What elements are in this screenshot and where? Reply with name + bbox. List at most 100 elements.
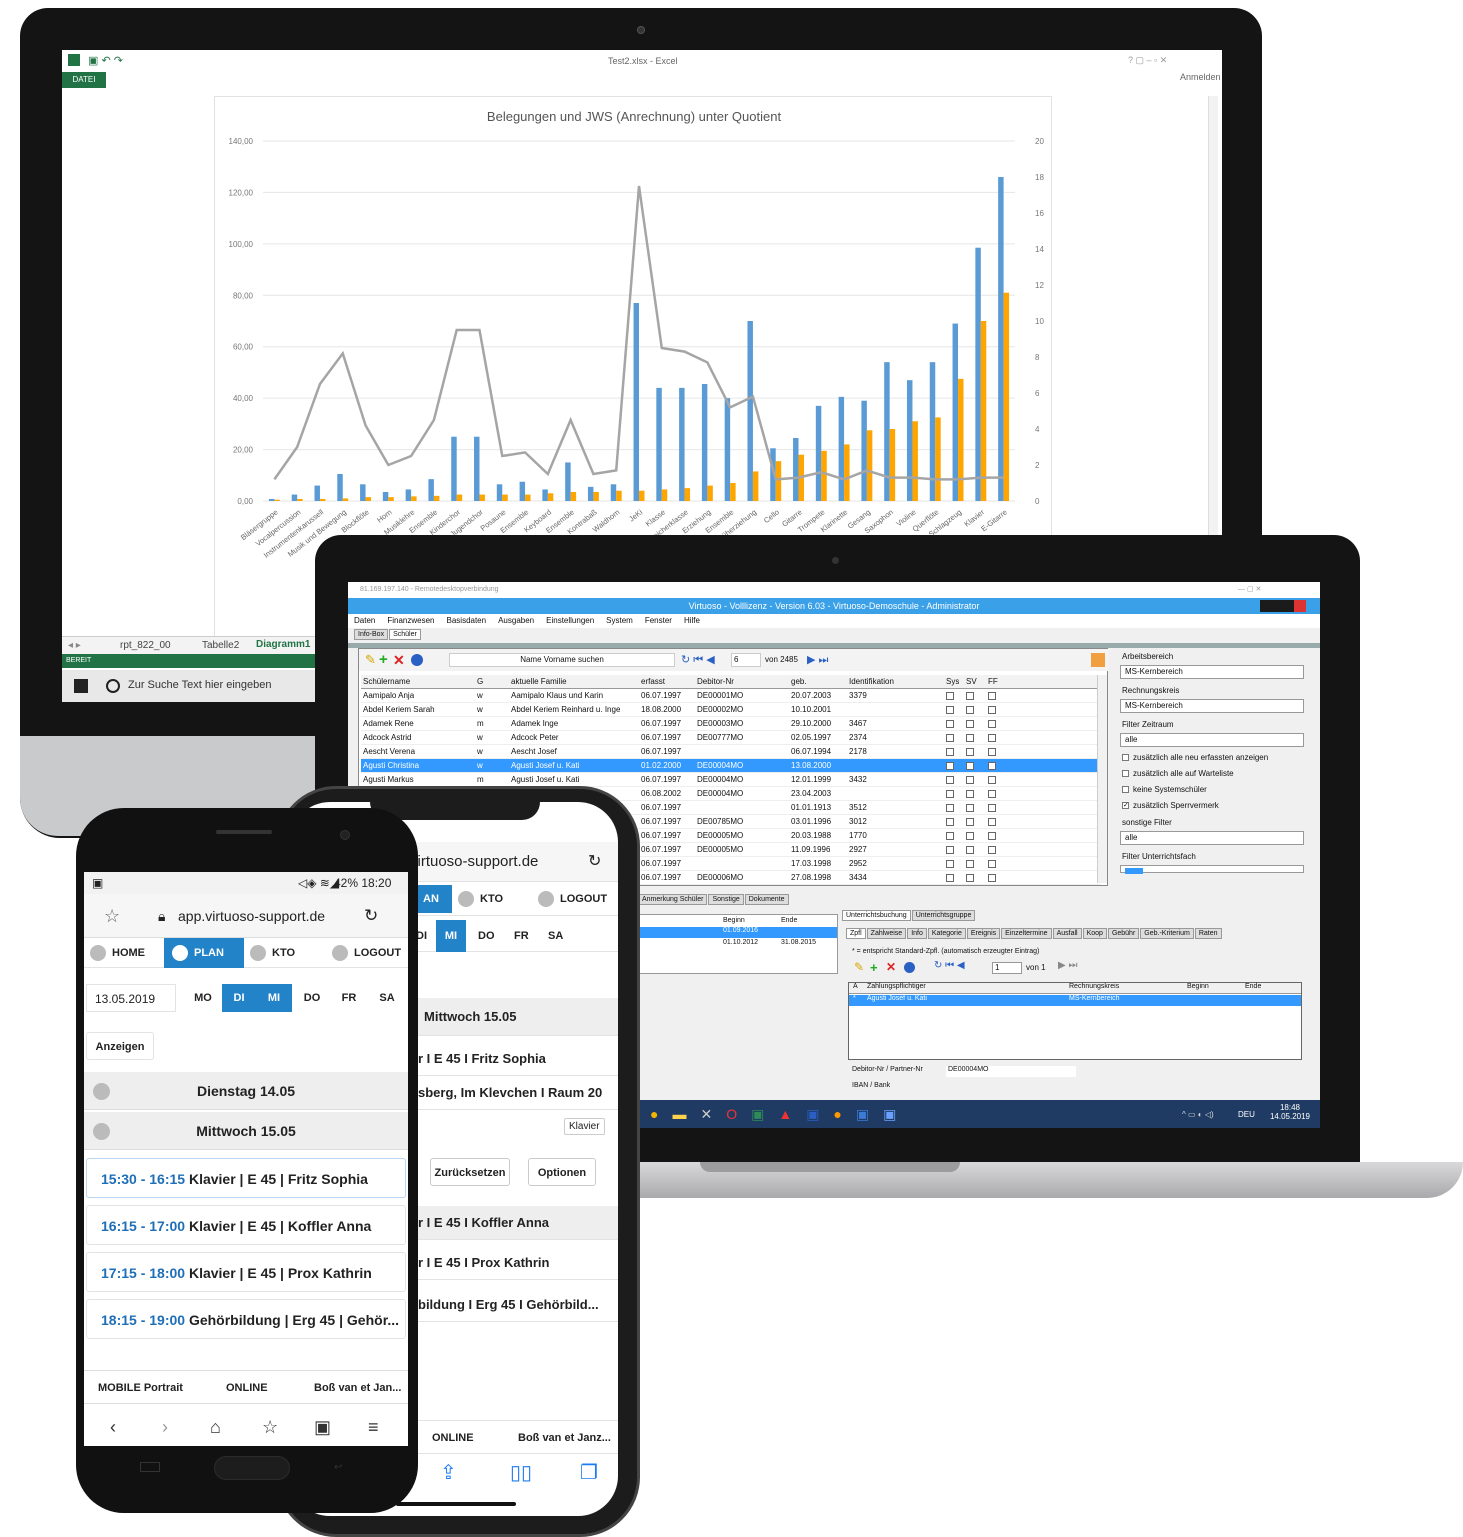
menu-einstellungen[interactable]: Einstellungen xyxy=(546,616,594,625)
edit-icon[interactable]: ✎ xyxy=(365,649,376,671)
back-button-icon[interactable]: ↩ xyxy=(334,1462,354,1473)
day-header[interactable]: Dienstag 14.05 xyxy=(84,1072,408,1110)
checkbox-icon[interactable] xyxy=(988,818,996,826)
checkbox-icon[interactable] xyxy=(966,720,974,728)
checkbox-icon[interactable] xyxy=(946,720,954,728)
checkbox-icon[interactable] xyxy=(988,720,996,728)
checkbox-icon[interactable] xyxy=(988,748,996,756)
day-mi[interactable]: MI xyxy=(436,920,466,952)
refresh-icon[interactable]: ↻ ⏮ ◀ xyxy=(934,960,965,971)
checkbox-icon[interactable] xyxy=(966,818,974,826)
tab-unterrichtsgruppe[interactable]: Unterrichtsgruppe xyxy=(911,910,976,921)
fach-select[interactable] xyxy=(1120,865,1304,874)
home-indicator[interactable] xyxy=(396,1502,516,1506)
menu-fenster[interactable]: Fenster xyxy=(645,616,672,625)
checkbox-icon[interactable] xyxy=(966,846,974,854)
checkbox-icon[interactable] xyxy=(988,860,996,868)
rechnungskreis-select[interactable]: MS-Kernbereich xyxy=(1120,699,1304,713)
checkbox-icon[interactable] xyxy=(988,692,996,700)
table-row[interactable]: Agusti Markus m Agusti Josef u. Kati 06.07.… xyxy=(361,773,1101,787)
nav-kto[interactable]: KTO xyxy=(458,882,503,916)
checkbox-icon[interactable] xyxy=(946,790,954,798)
appointment-slot[interactable]: 16:15 - 17:00 Klavier | E 45 | Koffler A… xyxy=(86,1205,406,1245)
arbeitsbereich-select[interactable]: MS-Kernbereich xyxy=(1120,665,1304,679)
options-button[interactable]: Optionen xyxy=(528,1158,596,1186)
star-icon[interactable]: ☆ xyxy=(104,894,120,938)
checkbox-icon[interactable] xyxy=(946,832,954,840)
checkbox-icon[interactable] xyxy=(988,734,996,742)
tab-kategorie[interactable]: Kategorie xyxy=(927,928,966,939)
share-icon[interactable]: ⇪ xyxy=(440,1460,457,1485)
tab-sonstige[interactable]: Sonstige xyxy=(708,894,744,905)
day-fr[interactable]: FR xyxy=(332,984,366,1012)
checkbox-icon[interactable] xyxy=(966,804,974,812)
sonstige-select[interactable]: alle xyxy=(1120,831,1304,845)
name-search-input[interactable]: Name Vorname suchen xyxy=(449,653,675,667)
checkbox-icon[interactable] xyxy=(988,706,996,714)
checkbox-icon[interactable] xyxy=(946,874,954,882)
delete-icon[interactable]: ✕ xyxy=(886,960,896,974)
table-row[interactable]: Aescht Verena w Aescht Josef 06.07.1997 06.0… xyxy=(361,745,1101,759)
col-header[interactable]: Schülername xyxy=(363,675,410,689)
refresh-first-prev-icon[interactable]: ↻ ⏮ ◀ xyxy=(681,649,715,671)
appointment-slot[interactable]: 17:15 - 18:00 Klavier | E 45 | Prox Kath… xyxy=(86,1252,406,1292)
checkbox-icon[interactable] xyxy=(966,860,974,868)
checkbox-icon[interactable] xyxy=(988,874,996,882)
checkbox-icon[interactable] xyxy=(1122,786,1129,794)
tab-dokumente[interactable]: Dokumente xyxy=(744,894,789,905)
sheet-tab[interactable]: rpt_822_00 xyxy=(120,640,171,651)
save-icon[interactable]: ▣ ↶ ↷ xyxy=(88,54,123,67)
col-header[interactable]: G xyxy=(477,675,483,689)
zpfl-row-selected[interactable]: * Agusti Josef u. Kati MS-Kernbereich xyxy=(849,995,1301,1006)
table-row[interactable]: Agusti Christina w Agusti Josef u. Kati 01.… xyxy=(361,759,1101,773)
checkbox-icon[interactable] xyxy=(966,776,974,784)
checkbox-icon[interactable] xyxy=(946,818,954,826)
checkbox-icon[interactable] xyxy=(946,804,954,812)
checkbox-icon[interactable] xyxy=(988,790,996,798)
checkbox-checked-icon[interactable]: ✓ xyxy=(1122,802,1129,810)
table-row[interactable]: Abdel Keriem Sarah w Abdel Keriem Reinhard… xyxy=(361,703,1101,717)
checkbox-icon[interactable] xyxy=(988,762,996,770)
table-row[interactable]: Aamipalo Anja w Aamipalo Klaus und Karin 06… xyxy=(361,689,1101,703)
file-tab[interactable]: DATEI xyxy=(62,72,106,88)
language-indicator[interactable]: DEU xyxy=(1238,1110,1255,1119)
day-do[interactable]: DO xyxy=(478,920,495,952)
col-header[interactable]: aktuelle Familie xyxy=(511,675,567,689)
clock[interactable]: 18:48 14.05.2019 xyxy=(1268,1103,1312,1121)
export-icon[interactable] xyxy=(1091,653,1105,667)
nav-logout[interactable]: LOGOUT xyxy=(538,882,607,916)
taskbar-apps-icon[interactable]: ●▬✕O▣▲▣●▣▣ xyxy=(650,1106,910,1123)
course-row[interactable]: 01.10.2012 31.08.2015 xyxy=(639,939,837,950)
col-header[interactable]: Identifikation xyxy=(849,675,894,689)
nav-home[interactable]: HOME xyxy=(90,938,145,968)
debitor-field[interactable]: DE00004MO xyxy=(946,1066,1076,1077)
reload-icon[interactable]: ↻ xyxy=(588,842,601,882)
menu-icon[interactable]: ≡ xyxy=(368,1408,379,1446)
taskbar-search[interactable]: Zur Suche Text hier eingeben xyxy=(128,679,272,691)
menu-hilfe[interactable]: Hilfe xyxy=(684,616,700,625)
signin-link[interactable]: Anmelden xyxy=(1180,72,1221,82)
nav-plan[interactable]: PLAN xyxy=(164,938,244,968)
table-row[interactable]: Adamek Rene m Adamek Inge 06.07.1997 DE00003… xyxy=(361,717,1101,731)
checkbox-icon[interactable] xyxy=(946,776,954,784)
appointment-slot[interactable]: 18:15 - 19:00 Gehörbildung | Erg 45 | Ge… xyxy=(86,1299,406,1339)
col-header[interactable]: FF xyxy=(988,675,998,689)
checkbox-icon[interactable] xyxy=(966,832,974,840)
close-icon[interactable] xyxy=(1294,600,1306,612)
tab-anmerkung[interactable]: Anmerkung Schüler xyxy=(638,894,708,905)
next-last-icon[interactable]: ▶ ⏭ xyxy=(807,649,828,671)
tab-info[interactable]: Info xyxy=(907,928,927,939)
checkbox-new[interactable]: zusätzlich alle neu erfassten anzeigen xyxy=(1116,750,1306,766)
tabs-icon[interactable]: ❐ xyxy=(580,1460,598,1485)
tab-info-box[interactable]: Info-Box xyxy=(354,629,389,640)
next-last-icon[interactable]: ▶ ⏭ xyxy=(1058,960,1077,971)
reset-button[interactable]: Zurücksetzen xyxy=(430,1158,510,1186)
edit-icon[interactable]: ✎ xyxy=(854,960,864,974)
zpfl-position-input[interactable]: 1 xyxy=(992,962,1022,974)
checkbox-lock[interactable]: ✓ zusätzlich Sperrvermerk xyxy=(1116,798,1306,814)
checkbox-icon[interactable] xyxy=(966,748,974,756)
tab-ausfall[interactable]: Ausfall xyxy=(1052,928,1082,939)
tab-raten[interactable]: Raten xyxy=(1194,928,1222,939)
checkbox-icon[interactable] xyxy=(966,762,974,770)
checkbox-icon[interactable] xyxy=(946,692,954,700)
